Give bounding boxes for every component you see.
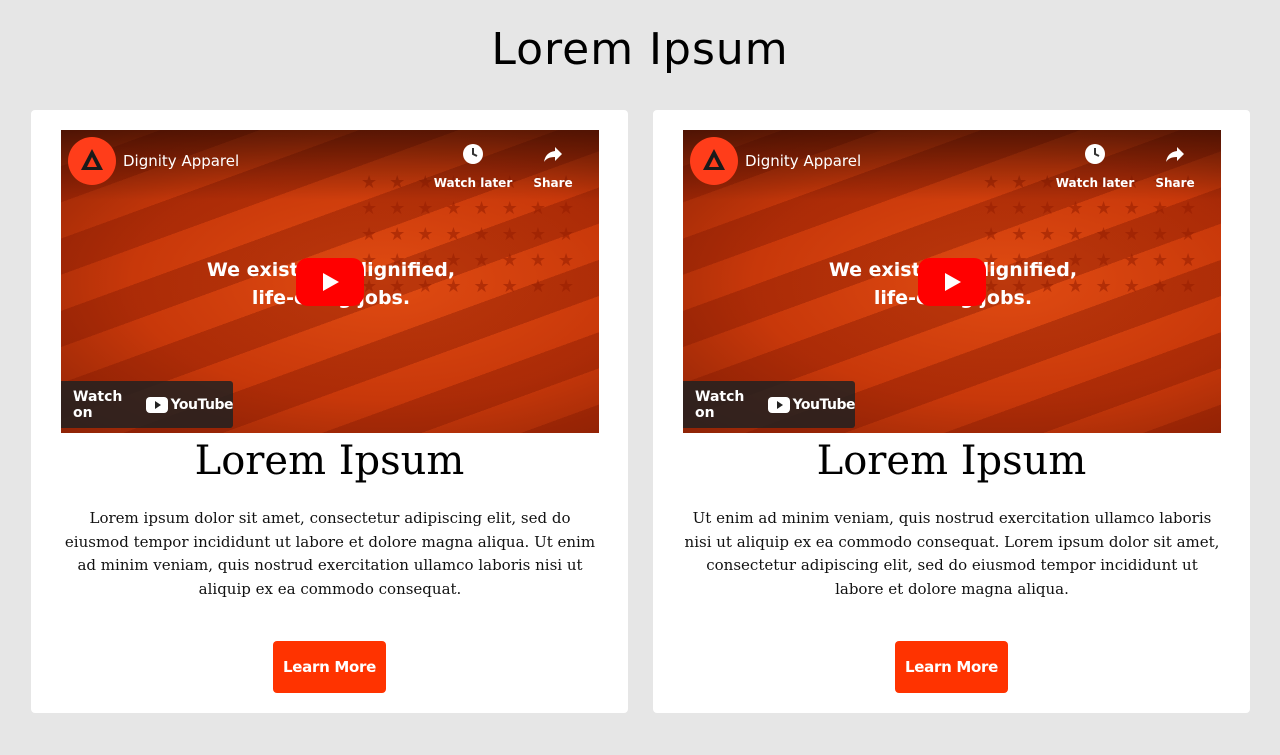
play-icon <box>945 273 961 291</box>
feature-card: ★★★★★★★★★★★★★★★★★★★★★★★★★★★★★★★★★★★★★★★★… <box>653 110 1250 713</box>
page-title: Lorem Ipsum <box>491 24 789 75</box>
youtube-label: YouTube <box>170 396 234 413</box>
clock-icon <box>1055 142 1135 168</box>
channel-logo-icon[interactable] <box>68 137 116 185</box>
watch-on-youtube-button[interactable]: Watch on YouTube <box>61 381 234 428</box>
watch-on-label: Watch on <box>695 388 745 421</box>
youtube-logo: YouTube <box>767 396 856 413</box>
card-title: Lorem Ipsum <box>816 438 1087 484</box>
card-title: Lorem Ipsum <box>194 438 465 484</box>
share-label: Share <box>1155 176 1195 190</box>
youtube-logo: YouTube <box>145 396 234 413</box>
share-button[interactable]: Share <box>513 142 593 190</box>
channel-name[interactable]: Dignity Apparel <box>745 152 861 170</box>
learn-more-button[interactable]: Learn More <box>895 641 1008 693</box>
youtube-label: YouTube <box>792 396 856 413</box>
watch-on-youtube-button[interactable]: Watch on YouTube <box>683 381 856 428</box>
clock-icon <box>433 142 513 168</box>
card-body: Lorem ipsum dolor sit amet, consectetur … <box>64 509 596 598</box>
share-button[interactable]: Share <box>1135 142 1215 190</box>
youtube-logo-icon <box>767 396 790 413</box>
play-button[interactable] <box>296 258 364 306</box>
watch-later-button[interactable]: Watch later <box>433 142 513 190</box>
feature-card: ★★★★★★★★★★★★★★★★★★★★★★★★★★★★★★★★★★★★★★★★… <box>31 110 628 713</box>
video-embed[interactable]: ★★★★★★★★★★★★★★★★★★★★★★★★★★★★★★★★★★★★★★★★… <box>683 130 1221 433</box>
watch-on-label: Watch on <box>73 388 123 421</box>
watch-later-label: Watch later <box>1055 176 1135 190</box>
youtube-logo-icon <box>145 396 168 413</box>
play-button[interactable] <box>918 258 986 306</box>
channel-name[interactable]: Dignity Apparel <box>123 152 239 170</box>
share-icon <box>1135 142 1215 168</box>
share-label: Share <box>533 176 573 190</box>
card-body: Ut enim ad minim veniam, quis nostrud ex… <box>684 509 1220 598</box>
watch-later-button[interactable]: Watch later <box>1055 142 1135 190</box>
play-icon <box>323 273 339 291</box>
channel-logo-icon[interactable] <box>690 137 738 185</box>
learn-more-button[interactable]: Learn More <box>273 641 386 693</box>
video-embed[interactable]: ★★★★★★★★★★★★★★★★★★★★★★★★★★★★★★★★★★★★★★★★… <box>61 130 599 433</box>
share-icon <box>513 142 593 168</box>
watch-later-label: Watch later <box>433 176 513 190</box>
